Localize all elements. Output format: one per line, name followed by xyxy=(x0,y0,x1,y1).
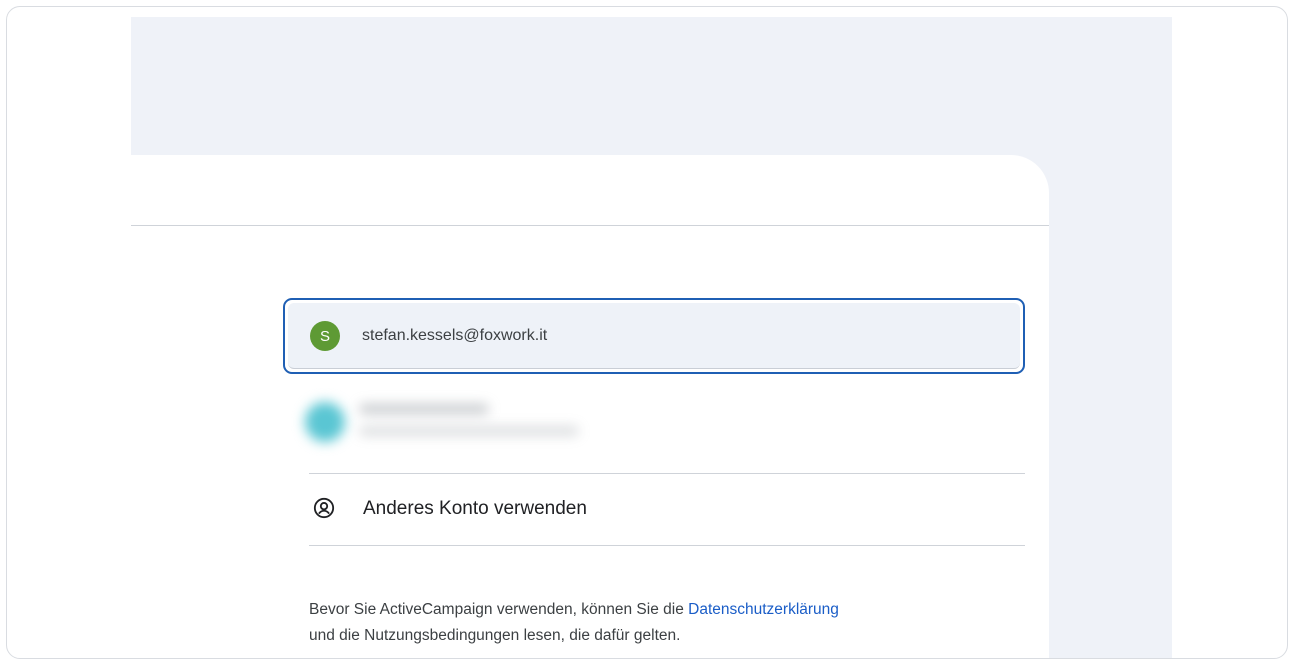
blurred-email xyxy=(359,426,579,436)
account-circle-icon xyxy=(313,497,335,519)
notice-text-after: und die Nutzungsbedingungen lesen, die d… xyxy=(309,627,681,644)
privacy-notice: Bevor Sie ActiveCampaign verwenden, könn… xyxy=(309,597,1009,649)
account-email: stefan.kessels@foxwork.it xyxy=(362,327,548,344)
account-option-selected[interactable]: S stefan.kessels@foxwork.it xyxy=(283,298,1025,374)
divider xyxy=(309,545,1025,546)
privacy-policy-link[interactable]: Datenschutzerklärung xyxy=(688,601,839,618)
card-header-divider xyxy=(131,225,1049,226)
account-chooser-card: S stefan.kessels@foxwork.it Anderes Kont… xyxy=(131,155,1049,658)
account-option-blurred[interactable] xyxy=(301,390,861,465)
blurred-avatar xyxy=(305,402,345,442)
screenshot-frame: S stefan.kessels@foxwork.it Anderes Kont… xyxy=(6,6,1288,659)
use-other-account-button[interactable]: Anderes Konto verwenden xyxy=(309,473,1025,543)
account-avatar: S xyxy=(310,321,340,351)
notice-text-before: Bevor Sie ActiveCampaign verwenden, könn… xyxy=(309,601,689,618)
blurred-name xyxy=(359,404,489,414)
use-other-account-label: Anderes Konto verwenden xyxy=(363,498,587,519)
